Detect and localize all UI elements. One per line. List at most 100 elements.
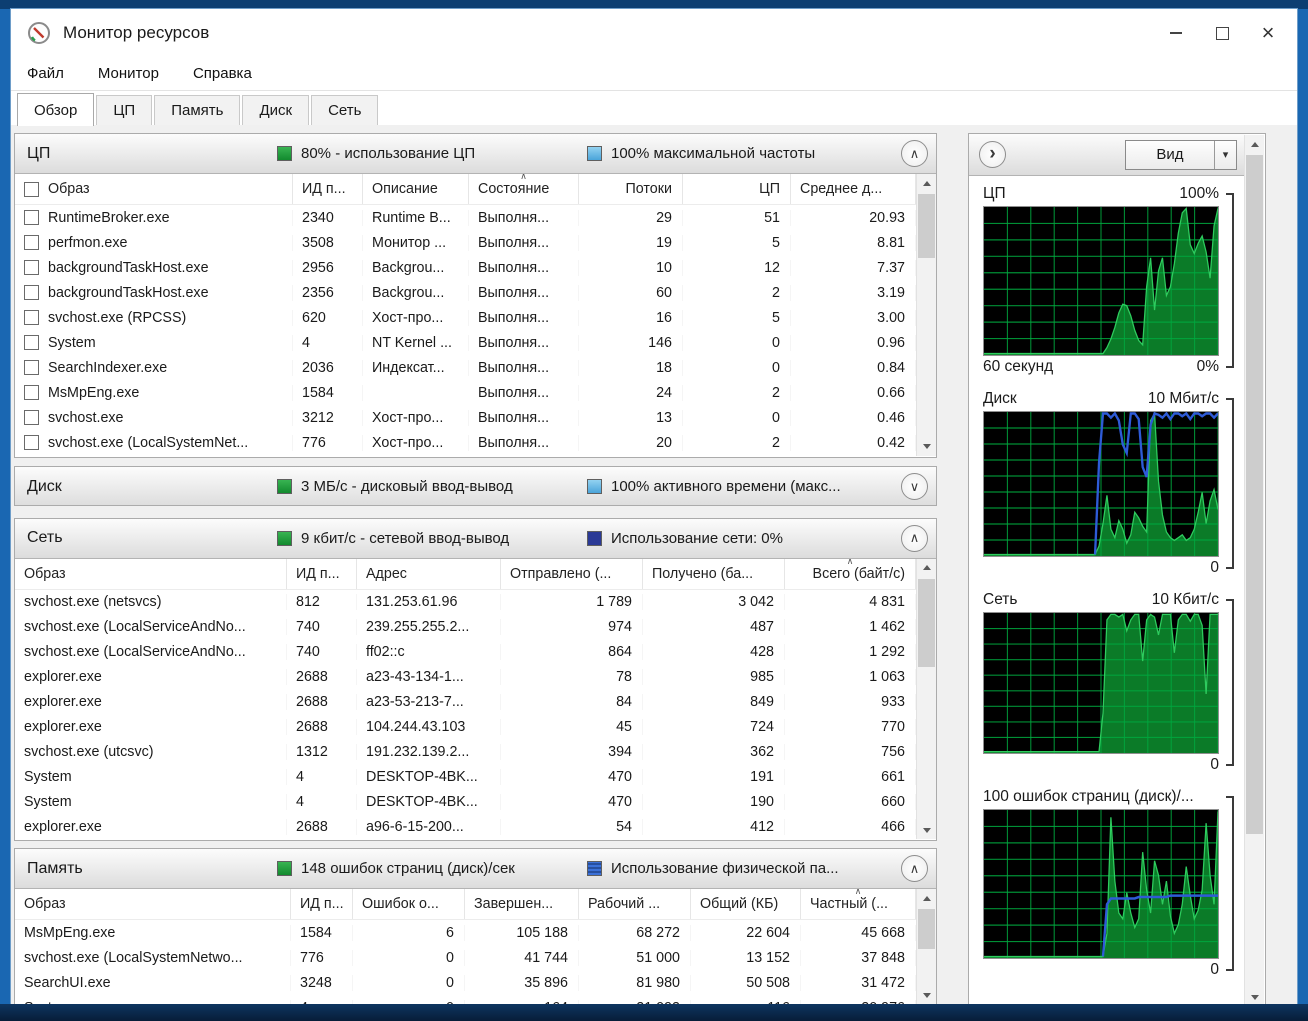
scroll-up-button[interactable] <box>1245 135 1264 153</box>
menu-item-file[interactable]: Файл <box>27 65 64 82</box>
column-header[interactable]: Частный (...∧ <box>801 889 916 919</box>
scroll-up-button[interactable] <box>917 559 936 577</box>
table-row[interactable]: MsMpEng.exe15846105 18868 27222 60445 66… <box>15 920 916 945</box>
menu-item-monitor[interactable]: Монитор <box>98 65 159 82</box>
table-row[interactable]: svchost.exe (LocalSystemNetwo...776041 7… <box>15 945 916 970</box>
scroll-up-button[interactable] <box>917 889 936 907</box>
cpu-section-header[interactable]: ЦП 80% - использование ЦП 100% максималь… <box>15 134 936 174</box>
row-checkbox[interactable] <box>24 310 39 325</box>
maximize-button[interactable] <box>1199 16 1245 50</box>
column-header[interactable]: ИД п... <box>287 559 357 589</box>
tab-cpu[interactable]: ЦП <box>96 95 152 126</box>
table-row[interactable]: MsMpEng.exe1584Выполня...2420.66 <box>15 380 916 405</box>
network-collapse-button[interactable]: ∧ <box>901 525 928 552</box>
memory-table-scrollbar[interactable] <box>916 889 936 1005</box>
panel-scrollbar[interactable] <box>1244 135 1264 1006</box>
column-header[interactable]: Потоки <box>579 174 683 204</box>
cell-text: System <box>48 335 96 351</box>
cell-text: 8.81 <box>877 235 905 251</box>
panel-collapse-button[interactable]: › <box>979 141 1006 168</box>
close-button[interactable]: × <box>1245 16 1291 50</box>
select-all-checkbox[interactable] <box>24 182 39 197</box>
scroll-thumb[interactable] <box>918 194 935 258</box>
scroll-down-button[interactable] <box>917 821 936 839</box>
tab-disk[interactable]: Диск <box>242 95 309 126</box>
cell-text: 776 <box>302 435 326 451</box>
row-checkbox[interactable] <box>24 210 39 225</box>
table-row[interactable]: svchost.exe (utcsvc)1312191.232.139.2...… <box>15 740 916 765</box>
menu-item-help[interactable]: Справка <box>193 65 252 82</box>
scroll-up-button[interactable] <box>917 174 936 192</box>
column-header[interactable]: Образ <box>15 889 291 919</box>
column-header[interactable]: Получено (ба... <box>643 559 785 589</box>
tab-network[interactable]: Сеть <box>311 95 378 126</box>
column-header[interactable]: Образ <box>15 174 293 204</box>
scroll-down-button[interactable] <box>917 987 936 1005</box>
table-row[interactable]: svchost.exe (LocalServiceAndNo...740ff02… <box>15 640 916 665</box>
table-row[interactable]: explorer.exe2688104.244.43.10345724770 <box>15 715 916 740</box>
cell-text: 4 <box>296 769 304 785</box>
cell-text: 10 <box>656 260 672 276</box>
network-section-header[interactable]: Сеть 9 кбит/с - сетевой ввод-вывод Испол… <box>15 519 936 559</box>
table-row[interactable]: backgroundTaskHost.exe2356Backgrou...Вып… <box>15 280 916 305</box>
column-header[interactable]: Отправлено (... <box>501 559 643 589</box>
network-table-scrollbar[interactable] <box>916 559 936 840</box>
disk-section-header[interactable]: Диск 3 МБ/с - дисковый ввод-вывод 100% а… <box>15 467 936 506</box>
table-row[interactable]: System4NT Kernel ...Выполня...14600.96 <box>15 330 916 355</box>
table-row[interactable]: svchost.exe3212Хост-про...Выполня...1300… <box>15 405 916 430</box>
memory-usage-label: Использование физической па... <box>611 860 839 877</box>
column-header[interactable]: ИД п... <box>291 889 353 919</box>
column-header[interactable]: Завершен... <box>465 889 579 919</box>
row-checkbox[interactable] <box>24 335 39 350</box>
scroll-thumb[interactable] <box>918 909 935 949</box>
network-usage-legend: Использование сети: 0% <box>587 530 901 547</box>
cpu-table-scrollbar[interactable] <box>916 174 936 456</box>
scroll-down-button[interactable] <box>917 438 936 456</box>
column-header[interactable]: Состояние∧ <box>469 174 579 204</box>
table-row[interactable]: System4DESKTOP-4BK...470190660 <box>15 790 916 815</box>
table-row[interactable]: svchost.exe (RPCSS)620Хост-про...Выполня… <box>15 305 916 330</box>
table-row[interactable]: System4DESKTOP-4BK...470191661 <box>15 765 916 790</box>
tab-memory[interactable]: Память <box>154 95 240 126</box>
memory-section-header[interactable]: Память 148 ошибок страниц (диск)/сек Исп… <box>15 849 936 889</box>
row-checkbox[interactable] <box>24 435 39 450</box>
minimize-button[interactable] <box>1153 16 1199 50</box>
column-header[interactable]: Всего (байт/с)∧ <box>785 559 916 589</box>
column-header[interactable]: Описание <box>363 174 469 204</box>
column-header[interactable]: ЦП <box>683 174 791 204</box>
table-row[interactable]: explorer.exe2688a23-53-213-7...84849933 <box>15 690 916 715</box>
table-row[interactable]: svchost.exe (LocalServiceAndNo...740239.… <box>15 615 916 640</box>
column-header[interactable]: Адрес <box>357 559 501 589</box>
view-dropdown[interactable]: Вид ▾ <box>1125 140 1237 170</box>
table-row[interactable]: svchost.exe (netsvcs)812131.253.61.961 7… <box>15 590 916 615</box>
column-header[interactable]: Образ <box>15 559 287 589</box>
table-row[interactable]: perfmon.exe3508Монитор ...Выполня...1958… <box>15 230 916 255</box>
table-row[interactable]: backgroundTaskHost.exe2956Backgrou...Вып… <box>15 255 916 280</box>
column-header[interactable]: Общий (КБ) <box>691 889 801 919</box>
column-header[interactable]: Ошибок о... <box>353 889 465 919</box>
row-checkbox[interactable] <box>24 385 39 400</box>
column-header[interactable]: Среднее д... <box>791 174 916 204</box>
column-header[interactable]: ИД п... <box>293 174 363 204</box>
disk-expand-button[interactable]: ∨ <box>901 473 928 500</box>
table-row[interactable]: SearchUI.exe3248035 89681 98050 50831 47… <box>15 970 916 995</box>
table-row[interactable]: RuntimeBroker.exe2340Runtime B...Выполня… <box>15 205 916 230</box>
cpu-table: ОбразИД п...ОписаниеСостояние∧ПотокиЦПСр… <box>15 174 936 456</box>
table-row[interactable]: explorer.exe2688a96-6-15-200...54412466 <box>15 815 916 840</box>
row-checkbox[interactable] <box>24 235 39 250</box>
row-checkbox[interactable] <box>24 260 39 275</box>
cpu-collapse-button[interactable]: ∧ <box>901 140 928 167</box>
row-checkbox[interactable] <box>24 360 39 375</box>
table-row[interactable]: svchost.exe (LocalSystemNet...776Хост-пр… <box>15 430 916 455</box>
column-header[interactable]: Рабочий ... <box>579 889 691 919</box>
row-checkbox[interactable] <box>24 410 39 425</box>
table-row[interactable]: explorer.exe2688a23-43-134-1...789851 06… <box>15 665 916 690</box>
cell: 84 <box>501 694 643 710</box>
scroll-thumb[interactable] <box>918 579 935 667</box>
cell-text: 0.46 <box>877 410 905 426</box>
row-checkbox[interactable] <box>24 285 39 300</box>
scroll-thumb[interactable] <box>1246 155 1263 834</box>
table-row[interactable]: SearchIndexer.exe2036Индексат...Выполня.… <box>15 355 916 380</box>
memory-collapse-button[interactable]: ∧ <box>901 855 928 882</box>
tab-overview[interactable]: Обзор <box>17 93 94 126</box>
